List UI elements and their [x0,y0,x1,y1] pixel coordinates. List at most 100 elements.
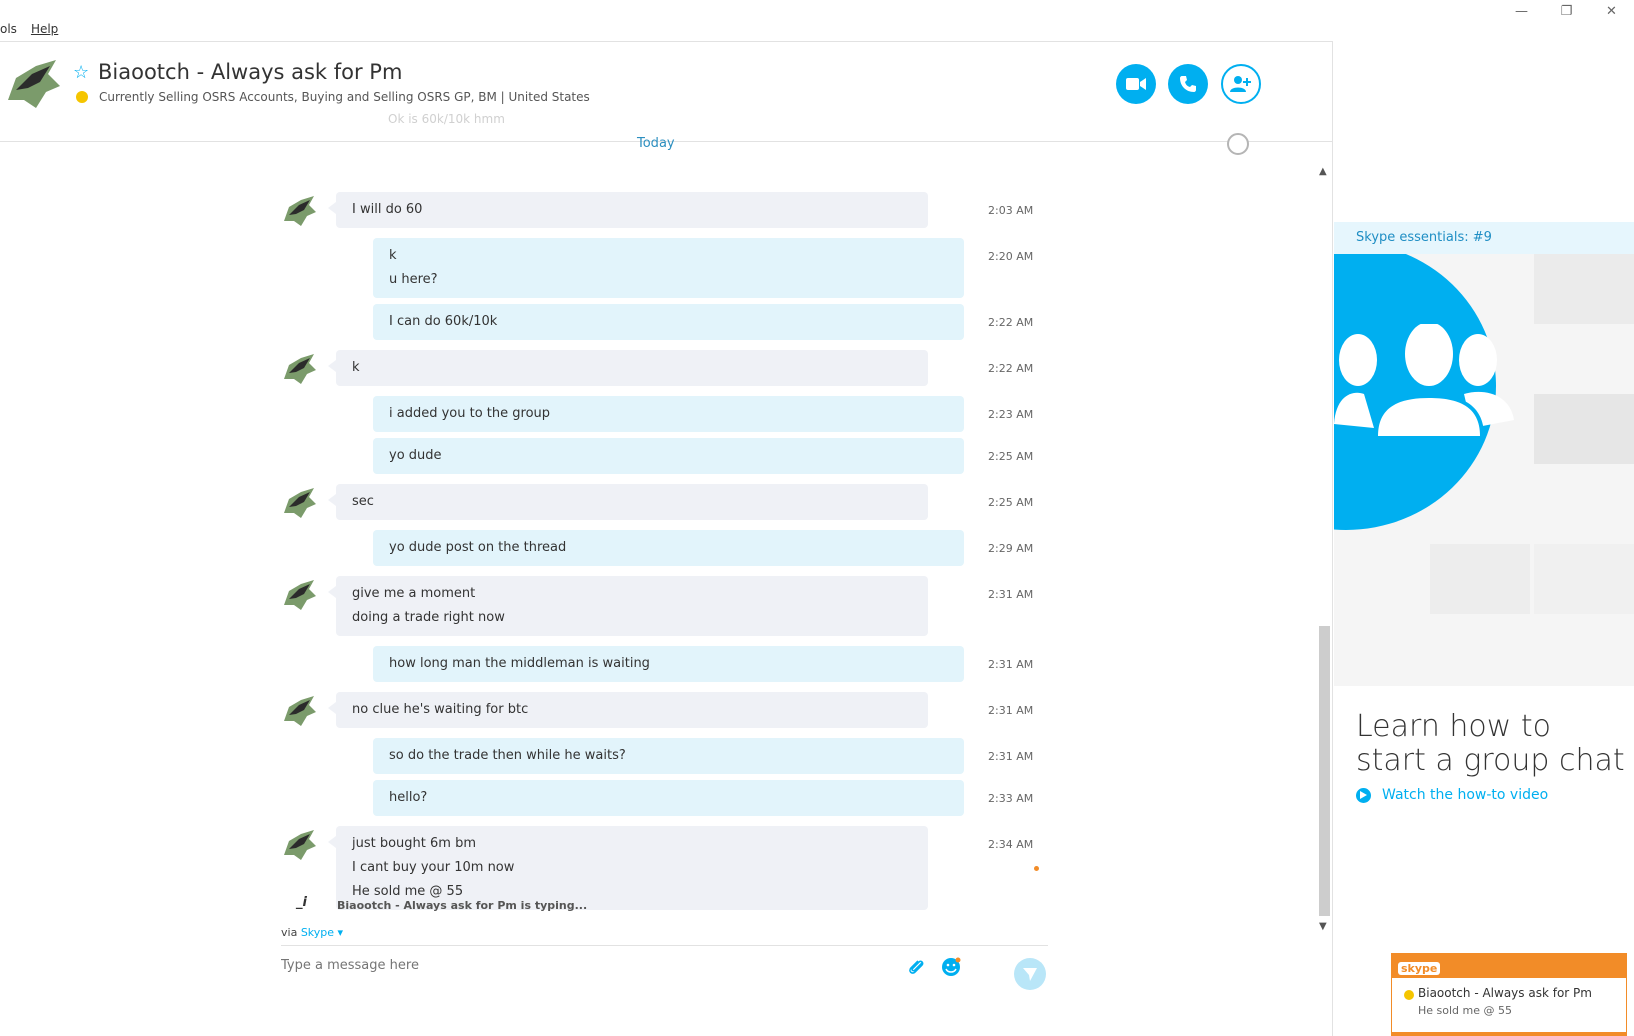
video-camera-icon [1126,78,1146,90]
menu-bar: ols Help [0,22,72,42]
right-sidebar: Skype essentials: #9 Learn how to start … [1334,42,1634,1036]
outgoing-message[interactable]: I can do 60k/10k [373,304,964,340]
via-label: via [281,926,298,939]
via-service-link[interactable]: Skype [301,926,334,939]
outgoing-message[interactable]: yo dude post on the thread [373,530,964,566]
message-timestamp: 2:31 AM [988,750,1034,763]
message-text: give me a moment [352,586,476,601]
message-text: I can do 60k/10k [389,314,498,329]
add-person-icon [1230,76,1251,92]
menu-item-tools[interactable]: ols [0,22,17,42]
restore-icon[interactable]: ❐ [1544,0,1589,22]
group-chat-illustration [1334,254,1634,686]
message-text: yo dude post on the thread [389,540,567,555]
unread-dot [1034,866,1039,871]
message-timestamp: 2:25 AM [988,450,1034,463]
toast-bottom-bar [1392,1032,1626,1035]
message-timestamp: 2:31 AM [988,658,1034,671]
attach-file-button[interactable] [905,955,929,979]
message-timestamp: 2:25 AM [988,496,1034,509]
incoming-message[interactable]: k [328,350,928,386]
incoming-message[interactable]: just bought 6m bm I cant buy your 10m now… [328,826,928,910]
sender-avatar[interactable] [283,194,317,228]
notification-toast[interactable]: skype Biaootch - Always ask for Pm He so… [1391,953,1627,1036]
toast-title: Biaootch - Always ask for Pm [1418,986,1592,1000]
message-text: i added you to the group [389,406,551,421]
conversation-header: ☆ Biaootch - Always ask for Pm Currently… [0,42,1333,142]
scroll-down-icon[interactable]: ▼ [1319,921,1327,932]
window-controls: — ❐ ✕ [1499,0,1634,22]
group-people-icon [1334,324,1514,436]
outgoing-message[interactable]: so do the trade then while he waits? [373,738,964,774]
message-text: just bought 6m bm [352,836,477,851]
favorite-star-icon[interactable]: ☆ [73,62,89,83]
outgoing-message[interactable]: yo dude [373,438,964,474]
menu-item-help[interactable]: Help [31,22,58,42]
message-text: I cant buy your 10m now [352,860,515,875]
outgoing-message[interactable]: i added you to the group [373,396,964,432]
minimize-icon[interactable]: — [1499,0,1544,22]
watch-video-label[interactable]: Watch the how-to video [1382,787,1548,803]
incoming-message[interactable]: sec [328,484,928,520]
toast-header: skype [1392,954,1626,978]
message-timestamp: 2:31 AM [988,704,1034,717]
voice-call-button[interactable] [1168,64,1208,104]
message-text: doing a trade right now [352,610,505,625]
add-people-button[interactable] [1221,64,1261,104]
outgoing-message[interactable]: how long man the middleman is waiting [373,646,964,682]
message-text: hello? [389,790,428,805]
emoticon-button[interactable] [939,955,963,979]
typing-indicator-icon: _i [296,895,307,910]
message-timestamp: 2:22 AM [988,316,1034,329]
incoming-message[interactable]: give me a moment doing a trade right now [328,576,928,636]
via-service-selector[interactable]: via Skype ▾ [281,926,343,939]
typing-indicator-text: Biaootch - Always ask for Pm is typing..… [337,899,588,912]
message-timestamp: 2:31 AM [988,588,1034,601]
watch-video-link[interactable]: Watch the how-to video [1356,787,1548,803]
message-timestamp: 2:29 AM [988,542,1034,555]
contact-name[interactable]: Biaootch - Always ask for Pm [98,60,402,84]
message-text: k [389,248,397,263]
message-input[interactable] [281,958,921,973]
scroll-thumb[interactable] [1319,626,1330,916]
message-text: so do the trade then while he waits? [389,748,626,763]
message-text: sec [352,494,374,509]
skype-essentials-label: Skype essentials: #9 [1334,222,1634,254]
paperclip-icon [909,960,924,974]
outgoing-message[interactable]: hello? [373,780,964,816]
close-icon[interactable]: ✕ [1589,0,1634,22]
play-icon [1356,787,1371,803]
scroll-up-icon[interactable]: ▲ [1319,166,1327,177]
faded-previous-message: Ok is 60k/10k hmm [388,112,505,126]
sidebar-headline: Learn how to start a group chat [1356,709,1625,778]
send-button[interactable] [1014,958,1046,990]
sender-avatar[interactable] [283,352,317,386]
smiley-icon [942,957,961,976]
chevron-down-icon[interactable]: ▾ [338,926,344,939]
incoming-message[interactable]: I will do 60 [328,192,928,228]
message-timestamp: 2:20 AM [988,250,1034,263]
translator-globe-icon[interactable] [1227,133,1249,155]
contact-avatar[interactable] [6,56,62,112]
sender-avatar[interactable] [283,694,317,728]
message-text: yo dude [389,448,442,463]
message-timestamp: 2:03 AM [988,204,1034,217]
send-arrow-icon [1023,968,1037,981]
day-separator: Today [637,136,675,151]
outgoing-message[interactable]: k u here? [373,238,964,298]
away-status-icon [76,91,88,103]
toast-body: He sold me @ 55 [1418,1004,1513,1017]
contact-mood-message: Currently Selling OSRS Accounts, Buying … [99,90,590,104]
message-timestamp: 2:22 AM [988,362,1034,375]
message-text: I will do 60 [352,202,423,217]
incoming-message[interactable]: no clue he's waiting for btc [328,692,928,728]
message-timestamp: 2:33 AM [988,792,1034,805]
sender-avatar[interactable] [283,578,317,612]
message-text: no clue he's waiting for btc [352,702,529,717]
chat-scrollbar[interactable]: ▲ ▼ [1317,166,1331,932]
message-timestamp: 2:23 AM [988,408,1034,421]
sender-avatar[interactable] [283,828,317,862]
video-call-button[interactable] [1116,64,1156,104]
skype-logo: skype [1398,962,1441,975]
sender-avatar[interactable] [283,486,317,520]
